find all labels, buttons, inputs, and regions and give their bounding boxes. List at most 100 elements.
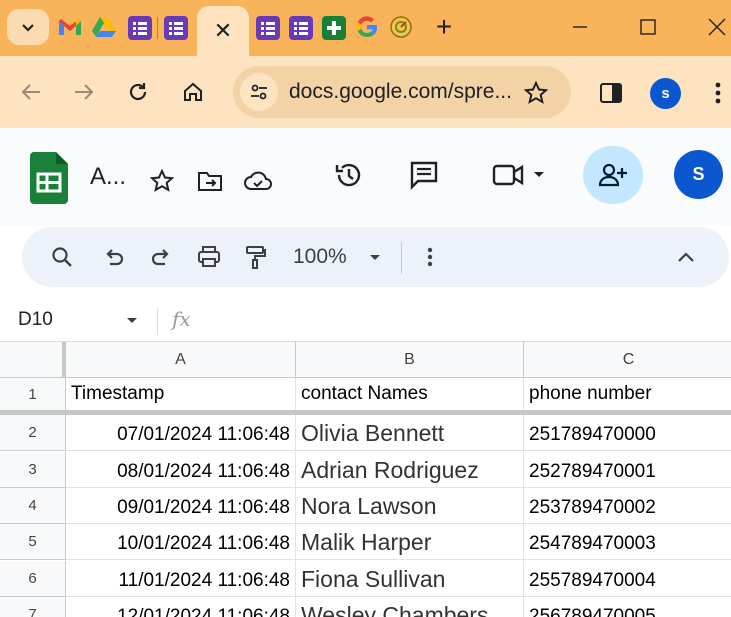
hide-menus-button[interactable] [672,243,700,271]
tab-google-drive[interactable] [92,15,116,39]
gmail-icon [59,19,81,35]
star-document-button[interactable] [148,167,176,195]
select-all-corner[interactable] [0,342,66,378]
cell-contact-name[interactable]: Olivia Bennett [296,415,524,451]
tab-google-forms[interactable] [164,16,188,40]
document-status-button[interactable] [243,167,273,195]
folder-move-icon [198,172,222,191]
search-menus-button[interactable] [48,243,76,271]
chevron-down-icon [22,24,34,32]
formula-input[interactable] [205,306,725,336]
column-header-b[interactable]: B [296,342,524,378]
document-title[interactable]: A... [90,163,126,191]
reload-button[interactable] [122,76,154,108]
google-forms-icon [294,22,308,35]
tab-google-forms[interactable] [289,16,313,40]
browser-menu-button[interactable] [708,78,728,108]
extension-icon [390,16,412,38]
forward-button[interactable] [68,76,100,108]
cell-phone-number[interactable]: 256789470005 [524,597,731,617]
tab-separator [157,17,158,39]
row-header[interactable]: 7 [0,597,66,617]
comments-button[interactable] [407,158,441,192]
tab-search-button[interactable] [7,9,49,45]
plus-icon: + [435,11,453,42]
version-history-button[interactable] [332,158,366,192]
new-tab-button[interactable]: + [430,10,458,44]
cell-phone-number[interactable]: 255789470004 [524,561,731,597]
header-cell-timestamp[interactable]: Timestamp [66,378,296,412]
cell-contact-name[interactable]: Malik Harper [296,524,524,560]
arrow-left-icon [21,84,40,100]
cell-contact-name[interactable]: Wesley Chambers [296,597,524,617]
column-header-a[interactable]: A [66,342,296,378]
column-header-c[interactable]: C [524,342,731,378]
cell-timestamp[interactable]: 07/01/2024 11:06:48 [66,415,296,451]
spreadsheet-grid[interactable]: A B C 1 Timestamp contact Names phone nu… [0,342,731,617]
cell-contact-name[interactable]: Nora Lawson [296,488,524,524]
cell-phone-number[interactable]: 251789470000 [524,415,731,451]
cell-timestamp[interactable]: 10/01/2024 11:06:48 [66,524,296,560]
sheets-logo[interactable] [30,152,68,204]
close-window-button[interactable] [694,10,731,44]
zoom-select[interactable]: 100% [293,245,347,269]
tab-gmail[interactable] [58,15,82,39]
tab-google-sheets[interactable] [322,16,346,40]
redo-icon [151,249,169,266]
header-cell-contact-names[interactable]: contact Names [296,378,524,412]
cell-contact-name[interactable]: Adrian Rodriguez [296,452,524,488]
cell-phone-number[interactable]: 253789470002 [524,488,731,524]
name-box[interactable]: D10 [18,309,53,331]
row-header[interactable]: 3 [0,452,66,488]
url-text[interactable]: docs.google.com/spre... [289,80,512,104]
cell-contact-name[interactable]: Fiona Sullivan [296,561,524,597]
header-cell-phone-number[interactable]: phone number [524,378,731,412]
cell-timestamp[interactable]: 12/01/2024 11:06:48 [66,597,296,617]
tab-google[interactable] [355,15,379,39]
cloud-done-icon [244,171,272,190]
caret-down-icon [534,172,544,177]
fx-icon: fx [172,307,191,331]
active-tab[interactable]: ✕ [197,6,249,56]
row-header[interactable]: 5 [0,524,66,560]
more-vert-icon [427,247,433,267]
row-header[interactable]: 2 [0,415,66,451]
side-panel-button[interactable] [596,78,626,108]
account-avatar[interactable]: S [674,150,723,199]
row-header[interactable]: 4 [0,488,66,524]
more-tools-button[interactable] [419,243,441,271]
close-tab-icon[interactable]: ✕ [214,18,232,44]
zoom-dropdown-button[interactable] [366,249,384,267]
cell-phone-number[interactable]: 254789470003 [524,524,731,560]
move-button[interactable] [196,167,224,195]
tab-extension[interactable] [389,15,413,39]
back-button[interactable] [15,76,47,108]
maximize-button[interactable] [625,10,671,44]
undo-button[interactable] [100,243,128,271]
cell-timestamp[interactable]: 11/01/2024 11:06:48 [66,561,296,597]
name-box-dropdown[interactable] [122,313,142,329]
home-button[interactable] [177,76,209,108]
comment-icon [410,161,438,190]
cell-phone-number[interactable]: 252789470001 [524,452,731,488]
tab-google-forms[interactable] [128,16,152,40]
meet-button[interactable] [488,160,550,190]
paint-roller-icon [246,246,266,269]
bookmark-button[interactable] [521,78,551,108]
home-icon [184,82,202,101]
cell-timestamp[interactable]: 09/01/2024 11:06:48 [66,488,296,524]
site-info-button[interactable] [240,73,278,111]
google-forms-icon [169,22,183,35]
share-button[interactable] [583,146,643,204]
paint-format-button[interactable] [242,243,270,271]
redo-button[interactable] [147,243,175,271]
cell-timestamp[interactable]: 08/01/2024 11:06:48 [66,452,296,488]
row-header[interactable]: 1 [0,378,66,412]
tab-google-forms[interactable] [256,16,280,40]
tune-icon [251,84,267,100]
row-header[interactable]: 6 [0,561,66,597]
minimize-button[interactable] [557,10,603,44]
print-button[interactable] [195,243,223,271]
google-forms-icon [261,22,275,35]
browser-profile-avatar[interactable]: s [650,78,681,109]
